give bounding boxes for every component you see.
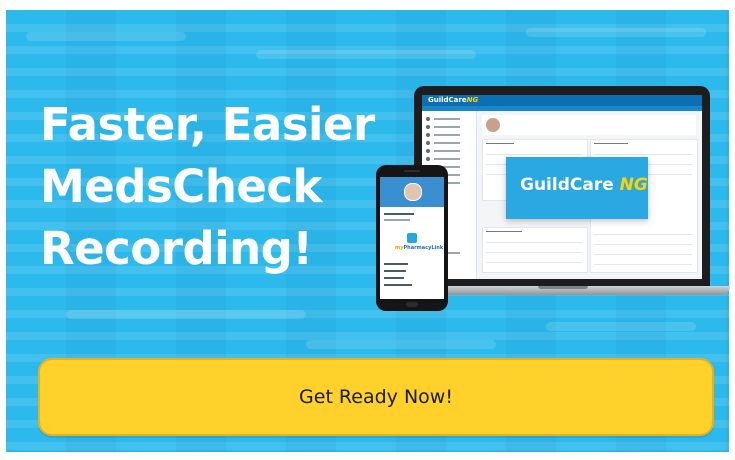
sidebar-row <box>426 149 466 153</box>
headline-line-1: Faster, Easier <box>40 98 375 151</box>
decor-stripe <box>66 310 306 319</box>
get-ready-now-button[interactable]: Get Ready Now! <box>38 358 714 436</box>
decor-stripe <box>526 28 706 37</box>
patient-header <box>482 115 696 135</box>
decor-stripe <box>256 50 476 59</box>
menu-line <box>384 219 410 221</box>
app-header: GuildCareNG <box>422 95 702 106</box>
phone-profile-header <box>380 177 444 207</box>
avatar <box>486 118 500 132</box>
menu-line <box>384 213 414 215</box>
laptop-illustration: GuildCareNG GuildCare NG <box>396 86 735 356</box>
menu-line <box>384 263 408 265</box>
pharmacylink-icon <box>407 233 417 243</box>
sidebar-row <box>426 157 466 161</box>
appointments-panel <box>482 227 588 273</box>
avatar <box>404 183 422 201</box>
phone-speaker <box>404 170 420 172</box>
sidebar-row <box>426 117 466 121</box>
laptop-lid: GuildCareNG GuildCare NG <box>414 86 710 286</box>
sidebar-row <box>426 125 466 129</box>
guildcare-splash: GuildCare NG <box>506 157 648 219</box>
headline: Faster, Easier MedsCheck Recording! <box>40 94 400 280</box>
menu-line <box>384 270 406 272</box>
guildcare-logo: GuildCare NG <box>520 175 648 195</box>
phone-home-button <box>406 302 418 307</box>
sidebar-row <box>426 141 466 145</box>
phone-illustration: myPharmacyLink <box>376 165 448 311</box>
menu-line <box>384 277 404 279</box>
headline-line-2: MedsCheck <box>40 160 322 213</box>
pharmacylink-logo: myPharmacyLink <box>395 233 443 251</box>
headline-line-3: Recording! <box>40 222 313 275</box>
phone-screen: myPharmacyLink <box>380 177 444 299</box>
app-brand-logo: GuildCareNG <box>428 96 479 104</box>
sidebar-row <box>426 133 466 137</box>
decor-stripe <box>26 32 186 41</box>
laptop-screen: GuildCareNG GuildCare NG <box>422 95 702 279</box>
menu-line <box>384 284 412 286</box>
